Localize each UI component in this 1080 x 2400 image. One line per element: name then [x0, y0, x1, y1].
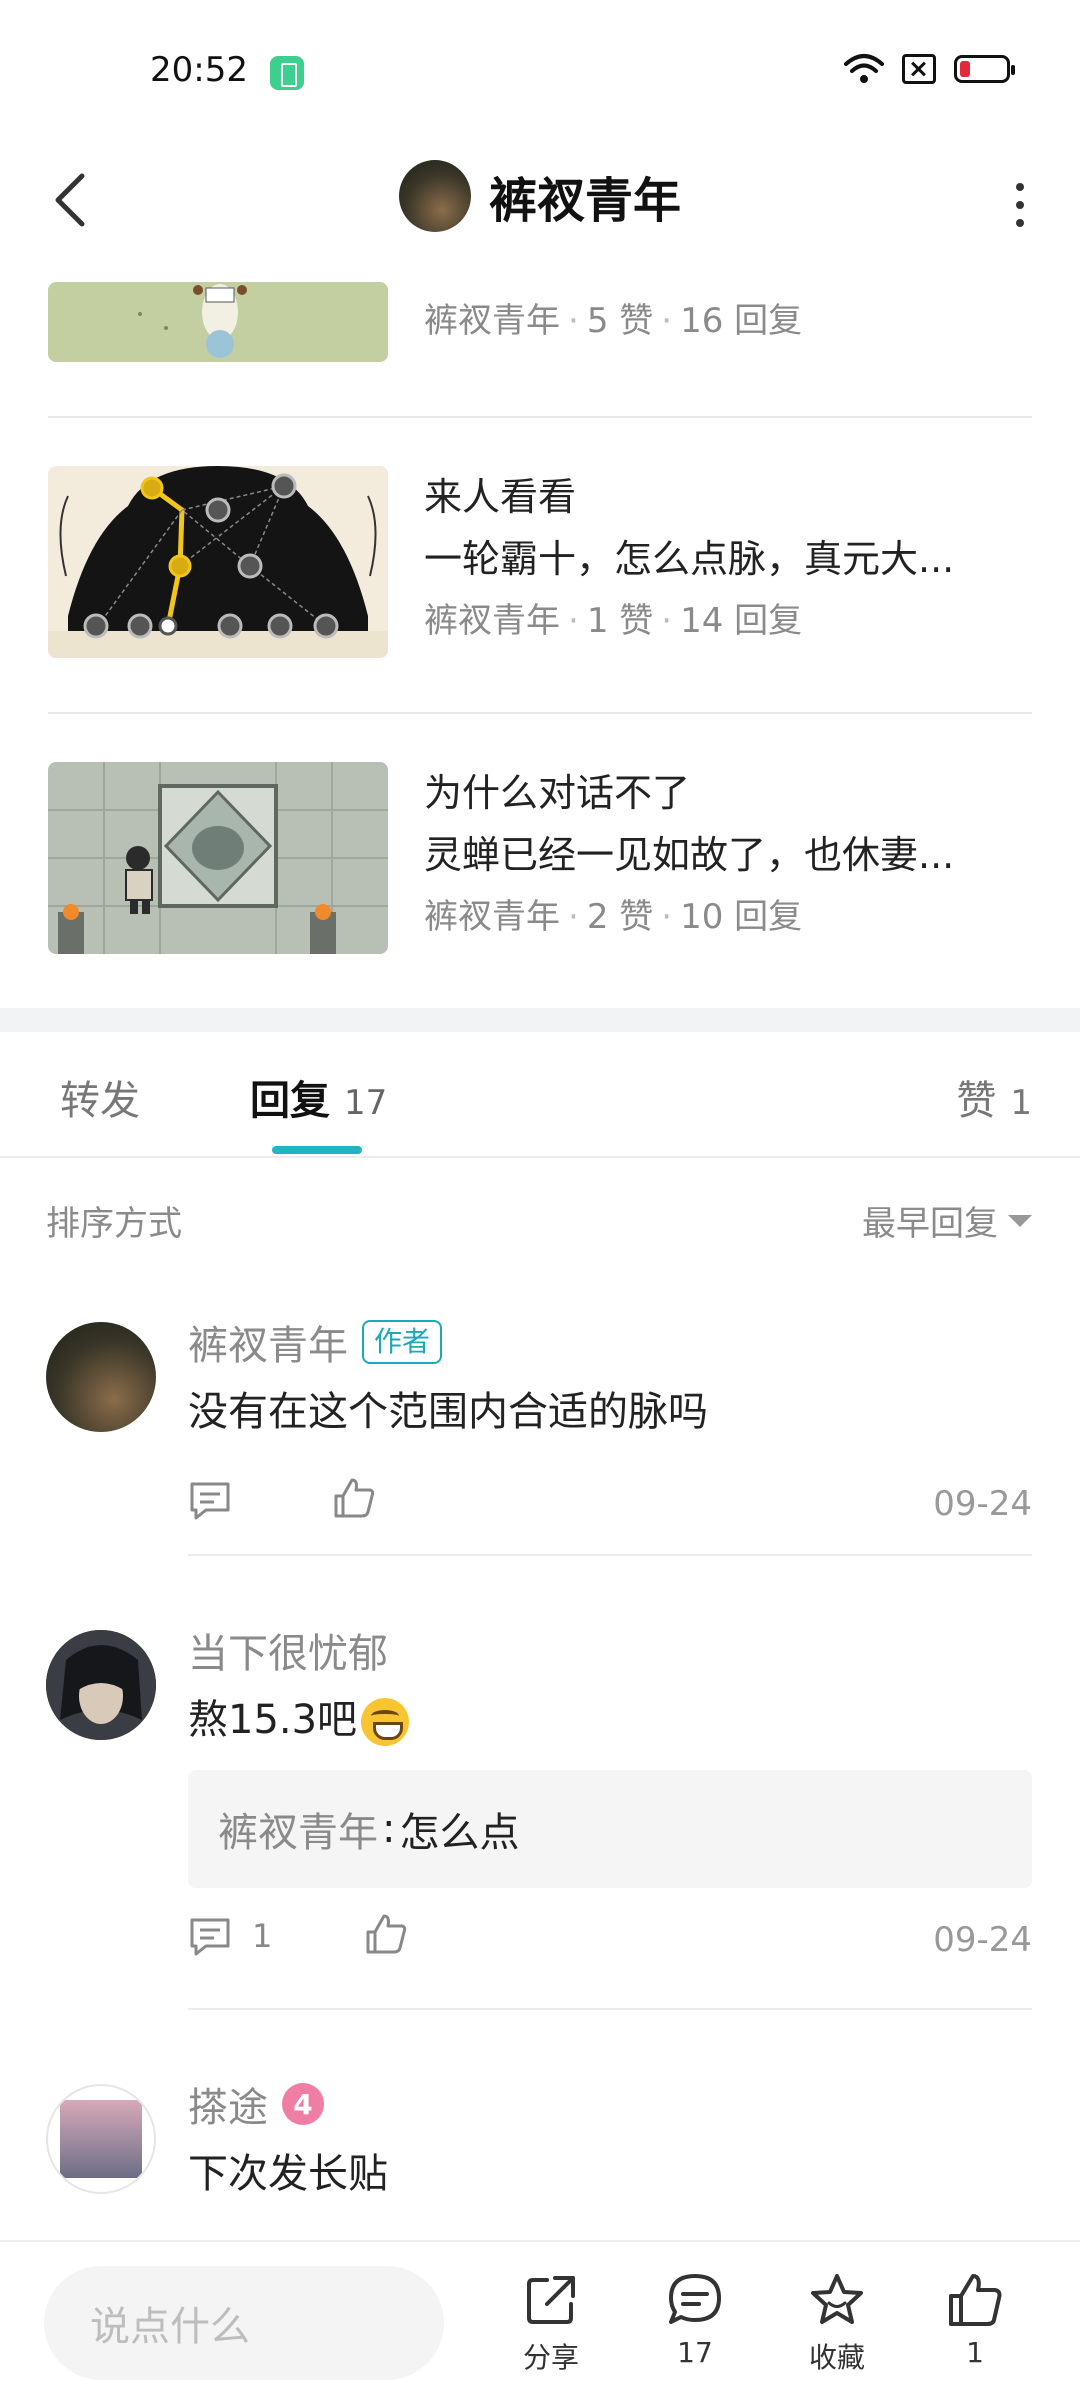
divider	[48, 416, 1032, 418]
post-meta: 裤衩青年 · 2 赞 · 10 回复	[424, 897, 803, 937]
status-bar: 20:52	[0, 0, 1080, 140]
bottom-action-bar: 说点什么 分享 17 收藏 1	[0, 2240, 1080, 2400]
like-button[interactable]	[364, 1912, 408, 1960]
comment-text: 熬15.3吧	[188, 1680, 1032, 1760]
wifi-icon	[844, 54, 884, 83]
post-title: 来人看看	[424, 475, 577, 519]
thumbs-up-icon	[334, 1478, 375, 1518]
comment-icon	[190, 1918, 230, 1956]
battery-icon	[954, 55, 1015, 83]
avatar[interactable]	[46, 2084, 156, 2194]
post-text: 来人看看 一轮霸十，怎么点脉，真元大... 裤衩青年 · 1 赞 · 14 回复	[424, 466, 1032, 652]
tab-indicator	[272, 1146, 362, 1154]
post-thumbnail	[48, 762, 388, 954]
post-thumbnail	[48, 466, 388, 658]
comment-author[interactable]: 搽途	[188, 2075, 268, 2133]
post-text: 为什么对话不了 灵蝉已经一见如故了，也休妻... 裤衩青年 · 2 赞 · 10 回复	[424, 762, 1032, 948]
comment-input[interactable]: 说点什么	[44, 2266, 444, 2380]
battery-saver-icon	[270, 56, 304, 90]
more-dot-icon	[1016, 219, 1024, 227]
tab-forward[interactable]: 转发	[60, 1068, 140, 1126]
post-meta: 裤衩青年 · 5 赞 · 16 回复	[424, 301, 803, 341]
header-user[interactable]: 裤衩青年	[0, 160, 1080, 232]
post-meta: 裤衩青年 · 1 赞 · 14 回复	[424, 601, 803, 641]
share-button[interactable]: 分享	[496, 2270, 606, 2376]
sort-dropdown[interactable]: 最早回复	[862, 1196, 1032, 1245]
comment-bubble-icon	[669, 2274, 721, 2324]
favorite-button[interactable]: 收藏	[782, 2270, 892, 2376]
comment-icon	[190, 1482, 230, 1520]
post-description: 灵蝉已经一见如故了，也休妻...	[424, 833, 955, 877]
tab-bar: 转发 回复 17 赞1	[0, 1032, 1080, 1158]
sort-label: 排序方式	[46, 1204, 182, 1244]
tab-reply[interactable]: 回复 17	[250, 1068, 387, 1126]
thumbs-up-icon	[949, 2274, 1002, 2326]
more-dot-icon	[1016, 201, 1024, 209]
comment-text: 没有在这个范围内合适的脉吗	[188, 1389, 708, 1435]
reply-button[interactable]	[188, 1478, 232, 1522]
comment-body: 裤衩青年 作者 没有在这个范围内合适的脉吗 09-24	[188, 1312, 1032, 1544]
reply-button[interactable]: 1	[188, 1914, 272, 1958]
no-sim-icon	[902, 54, 936, 84]
comment-text: 下次发长贴	[188, 2151, 388, 2197]
comment-date: 09-24	[933, 1920, 1032, 1960]
author-badge: 作者	[362, 1320, 443, 1364]
section-separator	[0, 1008, 1080, 1032]
grinning-face-emoji-icon	[361, 1698, 410, 1746]
like-button[interactable]	[332, 1476, 376, 1524]
share-icon	[527, 2276, 575, 2324]
quoted-reply[interactable]: 裤衩青年 : 怎么点	[188, 1770, 1032, 1888]
post-text: 裤衩青年 · 5 赞 · 16 回复	[424, 290, 1032, 352]
list-item[interactable]: 为什么对话不了 灵蝉已经一见如故了，也休妻... 裤衩青年 · 2 赞 · 10 回复	[48, 762, 1032, 954]
comment-date: 09-24	[933, 1484, 1032, 1524]
comment-count-button[interactable]: 17	[640, 2270, 750, 2369]
avatar[interactable]	[398, 160, 471, 232]
more-dot-icon	[1016, 183, 1024, 191]
post-description: 一轮霸十，怎么点脉，真元大...	[424, 537, 955, 581]
comment-body: 当下很忧郁 熬15.3吧 裤衩青年 : 怎么点 1 09-24	[188, 1620, 1032, 1980]
star-icon	[811, 2274, 863, 2324]
post-title: 为什么对话不了	[424, 771, 691, 815]
list-item[interactable]: 裤衩青年 · 5 赞 · 16 回复	[48, 282, 1032, 362]
thumbs-up-icon	[366, 1914, 407, 1954]
status-icons	[844, 52, 1015, 86]
divider	[188, 2008, 1032, 2010]
avatar[interactable]	[46, 1322, 156, 1432]
divider	[48, 712, 1032, 714]
list-item[interactable]: 来人看看 一轮霸十，怎么点脉，真元大... 裤衩青年 · 1 赞 · 14 回复	[48, 466, 1032, 658]
status-time: 20:52	[150, 50, 248, 90]
tab-like[interactable]: 赞1	[956, 1068, 1032, 1126]
reply-count: 1	[252, 1917, 273, 1955]
avatar[interactable]	[46, 1630, 156, 1740]
post-thumbnail	[48, 282, 388, 362]
comment-author[interactable]: 裤衩青年	[188, 1313, 348, 1371]
page-title: 裤衩青年	[488, 173, 681, 229]
header: 裤衩青年	[0, 140, 1080, 260]
comment-body: 搽途 4 下次发长贴	[188, 2074, 1032, 2214]
like-count-button[interactable]: 1	[920, 2270, 1030, 2369]
level-badge: 4	[282, 2083, 324, 2125]
more-options-button[interactable]	[990, 175, 1050, 235]
divider	[188, 1554, 1032, 1556]
caret-down-icon	[1008, 1214, 1032, 1227]
comment-author[interactable]: 当下很忧郁	[188, 1621, 388, 1679]
